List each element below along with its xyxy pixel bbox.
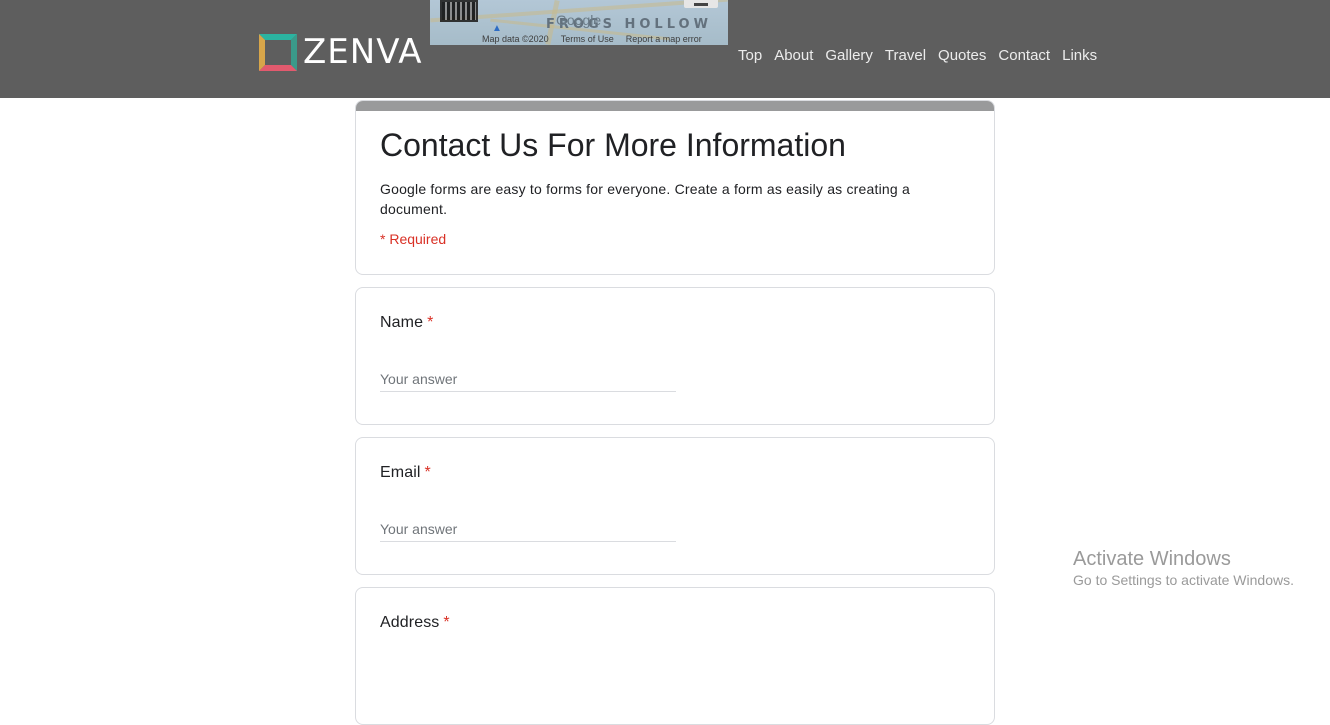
question-label-text: Email (380, 464, 421, 481)
nav-travel[interactable]: Travel (885, 47, 926, 64)
required-note: * Required (380, 231, 447, 247)
question-card-address: Address * (355, 587, 995, 725)
question-label: Email * (380, 464, 431, 482)
google-map-logo: Google (556, 12, 602, 28)
required-asterisk: * (427, 314, 434, 331)
nav-quotes[interactable]: Quotes (938, 47, 986, 64)
main-nav: Top About Gallery Travel Quotes Contact … (738, 47, 1097, 64)
map-thumbnail[interactable] (440, 0, 478, 22)
nav-contact[interactable]: Contact (998, 47, 1050, 64)
logo-square-icon (259, 34, 297, 71)
nav-gallery[interactable]: Gallery (825, 47, 873, 64)
minus-icon (694, 2, 708, 6)
watermark-subtitle: Go to Settings to activate Windows. (1073, 572, 1294, 588)
form-accent-bar (356, 101, 994, 111)
question-label-text: Name (380, 314, 424, 331)
nav-about[interactable]: About (774, 47, 813, 64)
form-header-card: Contact Us For More Information Google f… (355, 100, 995, 275)
nav-top[interactable]: Top (738, 47, 762, 64)
name-field[interactable] (380, 366, 676, 392)
form-title: Contact Us For More Information (380, 127, 846, 163)
question-label: Address * (380, 614, 450, 632)
map-data-text: Map data ©2020 (482, 34, 549, 44)
zoom-out-button[interactable] (684, 0, 718, 8)
nav-links[interactable]: Links (1062, 47, 1097, 64)
terms-of-use-link[interactable]: Terms of Use (561, 34, 614, 45)
required-asterisk: * (443, 614, 450, 631)
report-map-error-link[interactable]: Report a map error (626, 34, 702, 45)
form-description: Google forms are easy to forms for every… (380, 181, 910, 217)
windows-activation-watermark: Activate Windows Go to Settings to activ… (1073, 547, 1294, 589)
question-label-text: Address (380, 614, 440, 631)
top-header: ▲ FROGS HOLLOW Google Map data ©2020 Ter… (0, 0, 1330, 98)
question-label: Name * (380, 314, 433, 332)
watermark-title: Activate Windows (1073, 548, 1231, 570)
zenva-logo[interactable]: ZENVA (259, 34, 423, 71)
logo-text: ZENVA (303, 32, 423, 72)
question-card-name: Name * (355, 287, 995, 425)
required-asterisk: * (424, 464, 431, 481)
email-field[interactable] (380, 516, 676, 542)
question-card-email: Email * (355, 437, 995, 575)
google-form: Contact Us For More Information Google f… (355, 100, 995, 725)
embedded-map[interactable]: ▲ FROGS HOLLOW Google Map data ©2020 Ter… (430, 0, 728, 45)
map-attribution: Map data ©2020 Terms of Use Report a map… (482, 34, 728, 45)
map-pin-icon: ▲ (492, 23, 502, 34)
